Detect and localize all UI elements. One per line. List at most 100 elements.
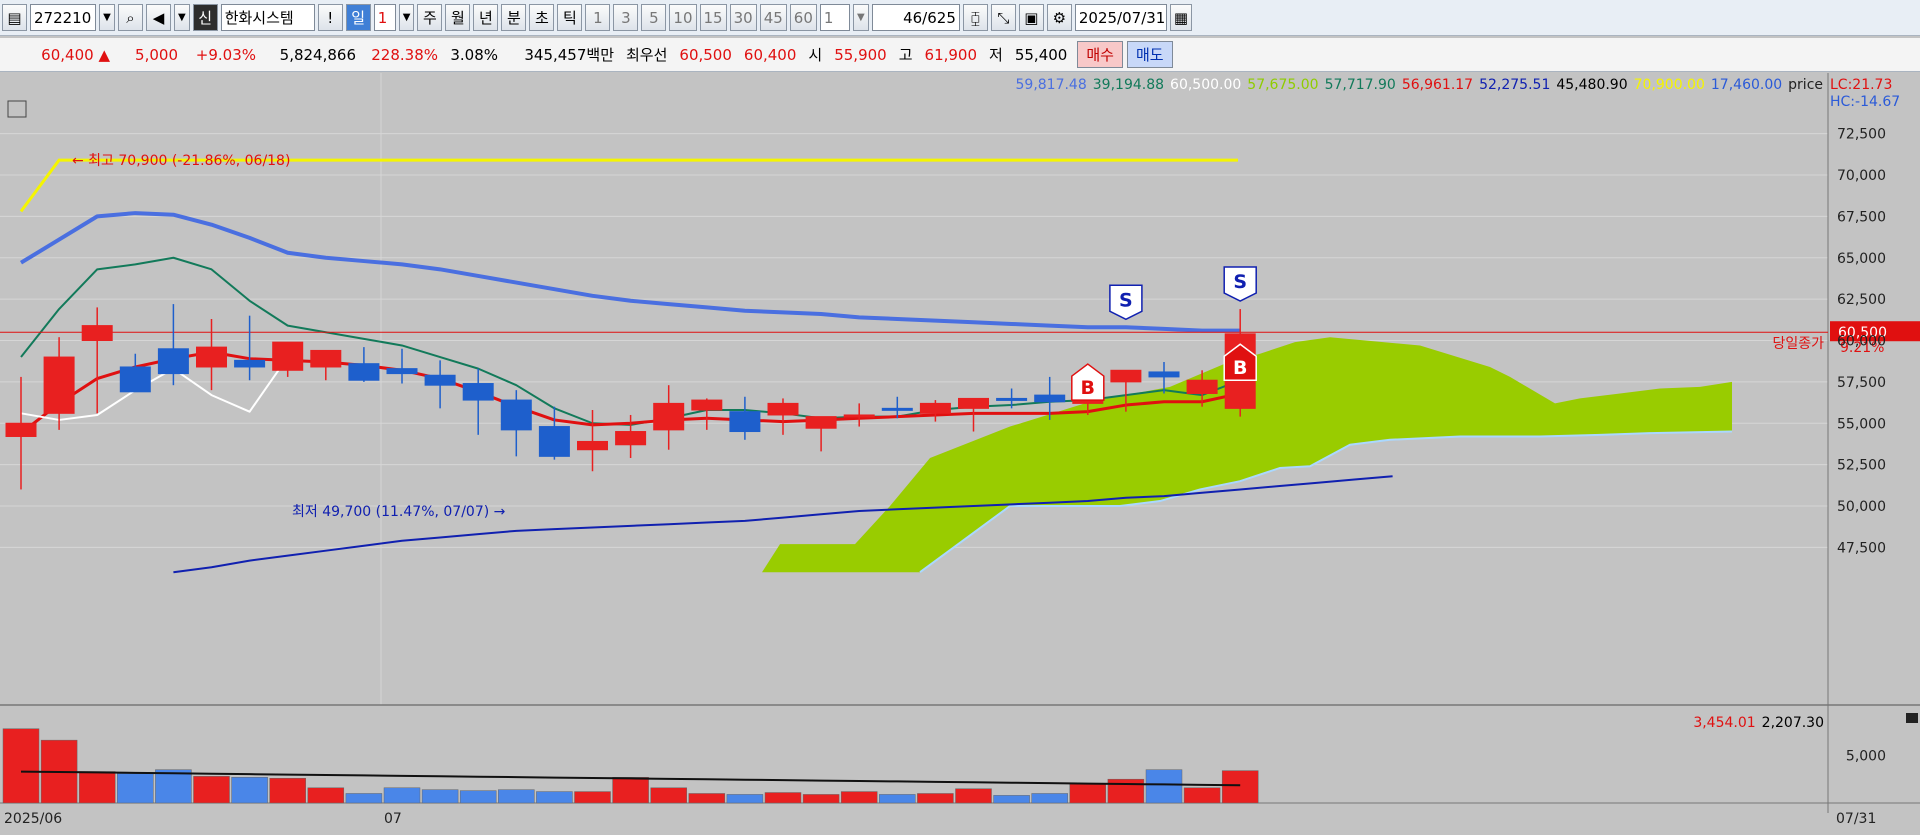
candle-body [157,348,189,375]
volume-bar [231,777,268,804]
stock-name-field[interactable]: 한화시스템 [220,4,315,31]
volume-bar [1145,769,1183,804]
search-icon[interactable]: ⌕ [118,4,143,31]
settings-gear-icon[interactable]: ⚙ [1046,4,1072,31]
interval-10-button[interactable]: 10 [669,4,697,31]
sell-marker-label: S [1233,271,1247,293]
volume-bar [1107,778,1145,804]
candle-body [348,363,380,381]
legend-value: 17,460.00 [1711,77,1782,93]
candle-body [843,414,875,418]
period-minute-button[interactable]: 분 [501,4,527,31]
current-price: 60,400 ▲ [41,45,110,64]
candle-body [767,402,799,416]
best-quote-label: 최우선 [626,46,668,64]
open-label: 시 [808,46,823,64]
sell-button[interactable]: 매도 [1126,41,1173,68]
volume-bar [1031,793,1068,804]
candle-body [196,346,227,368]
candle-body [805,416,837,429]
volume-bar [459,790,497,804]
period-week-button[interactable]: 주 [417,4,443,31]
volume-bar [498,789,535,804]
price-tick-label: 57,500 [1837,375,1886,391]
date-label-start: 2025/06 [4,811,62,827]
period-month-button[interactable]: 월 [445,4,471,31]
interval-3-button[interactable]: 3 [613,4,639,31]
price-tick-label: 67,500 [1837,209,1886,225]
turnover-percent: 3.08% [450,45,498,64]
legend-value: 70,900.00 [1634,77,1705,93]
candle-type-icon[interactable]: ⧮ [962,4,988,31]
volume-legend-value: 2,207.30 [1762,715,1824,731]
volume-bar [574,791,611,804]
price-tick-label: 70,000 [1837,168,1886,184]
price-change: 5,000 [135,45,178,64]
low-label: 저 [989,46,1003,64]
volume-legend-value: 3,454.01 [1693,715,1755,731]
volume-bar [764,792,802,804]
candle-body [1110,369,1142,383]
up-arrow-icon: ▲ [98,45,110,64]
period-dropdown-icon[interactable]: ▼ [398,4,415,31]
candle-body [653,402,685,431]
volume-bar [612,777,649,804]
close-label: 당일종가 [1772,336,1824,352]
candle-body [424,374,456,386]
interval-dropdown-icon[interactable]: ▼ [852,4,869,31]
save-icon[interactable]: ▣ [1018,4,1044,31]
code-dropdown-icon[interactable]: ▼ [99,4,115,31]
interval-45-button[interactable]: 45 [759,4,787,31]
period-count-input[interactable]: 1 [373,4,396,31]
candle-body [1186,379,1218,394]
price-tick-label: 62,500 [1837,292,1886,308]
buy-button[interactable]: 매수 [1077,41,1123,68]
price-tick-label: 65,000 [1837,251,1886,267]
date-input[interactable]: 2025/07/31 [1074,4,1167,31]
interval-value-input[interactable]: 1 [819,4,850,31]
volume-bar [955,788,992,804]
calendar-icon[interactable]: ▦ [1169,4,1193,31]
trade-volume: 5,824,866 [279,45,356,64]
stock-chart[interactable]: 59,817.48 39,194.88 60,500.00 57,675.00 57,7… [0,73,1920,835]
ask-price: 60,500 [679,45,732,64]
credit-badge: 신 [192,4,218,31]
period-year-button[interactable]: 년 [473,4,499,31]
volume-bar [688,793,726,804]
candle-body [1034,394,1066,403]
volume-bar [421,789,459,804]
volume-bar [650,787,687,804]
price-tick-label: 60,000 [1837,334,1886,350]
candle-body [500,399,532,431]
legend-value: 56,961.17 [1402,77,1473,93]
volume-bar [345,793,383,804]
speaker-dropdown-icon[interactable]: ▼ [174,4,190,31]
candle-body [958,397,989,409]
volume-bar [155,769,192,804]
speaker-icon[interactable]: ◀ [146,4,171,31]
volume-ratio: 228.38% [371,45,438,64]
alert-button[interactable]: ! [317,4,343,31]
interval-30-button[interactable]: 30 [729,4,757,31]
lc-label: LC:21.73 [1830,77,1892,93]
volume-bar [383,787,421,804]
period-tick-button[interactable]: 틱 [557,4,583,31]
draw-tool-icon[interactable]: ⤡ [990,4,1016,31]
change-percent: +9.03% [195,45,256,64]
candle-body [462,383,494,401]
stock-code-input[interactable]: 272210 [30,4,96,31]
volume-bar [802,794,840,804]
volume-bar [269,777,306,804]
toolbar: ▤ 272210 ▼ ⌕ ◀ ▼ 신 한화시스템 ! 일 1 ▼ 주 월 년 분… [0,0,1920,36]
interval-1-button[interactable]: 1 [585,4,611,31]
low-price: 55,400 [1014,45,1068,64]
interval-60-button[interactable]: 60 [789,4,817,31]
interval-5-button[interactable]: 5 [641,4,667,31]
page-count-field[interactable]: 46/625 [871,4,960,31]
panel-icon[interactable]: ▤ [2,4,27,31]
interval-15-button[interactable]: 15 [699,4,727,31]
price-tick-label: 47,500 [1837,540,1886,556]
period-second-button[interactable]: 초 [529,4,555,31]
period-day-button[interactable]: 일 [345,4,371,31]
stock-code-value: 272210 [34,8,92,27]
